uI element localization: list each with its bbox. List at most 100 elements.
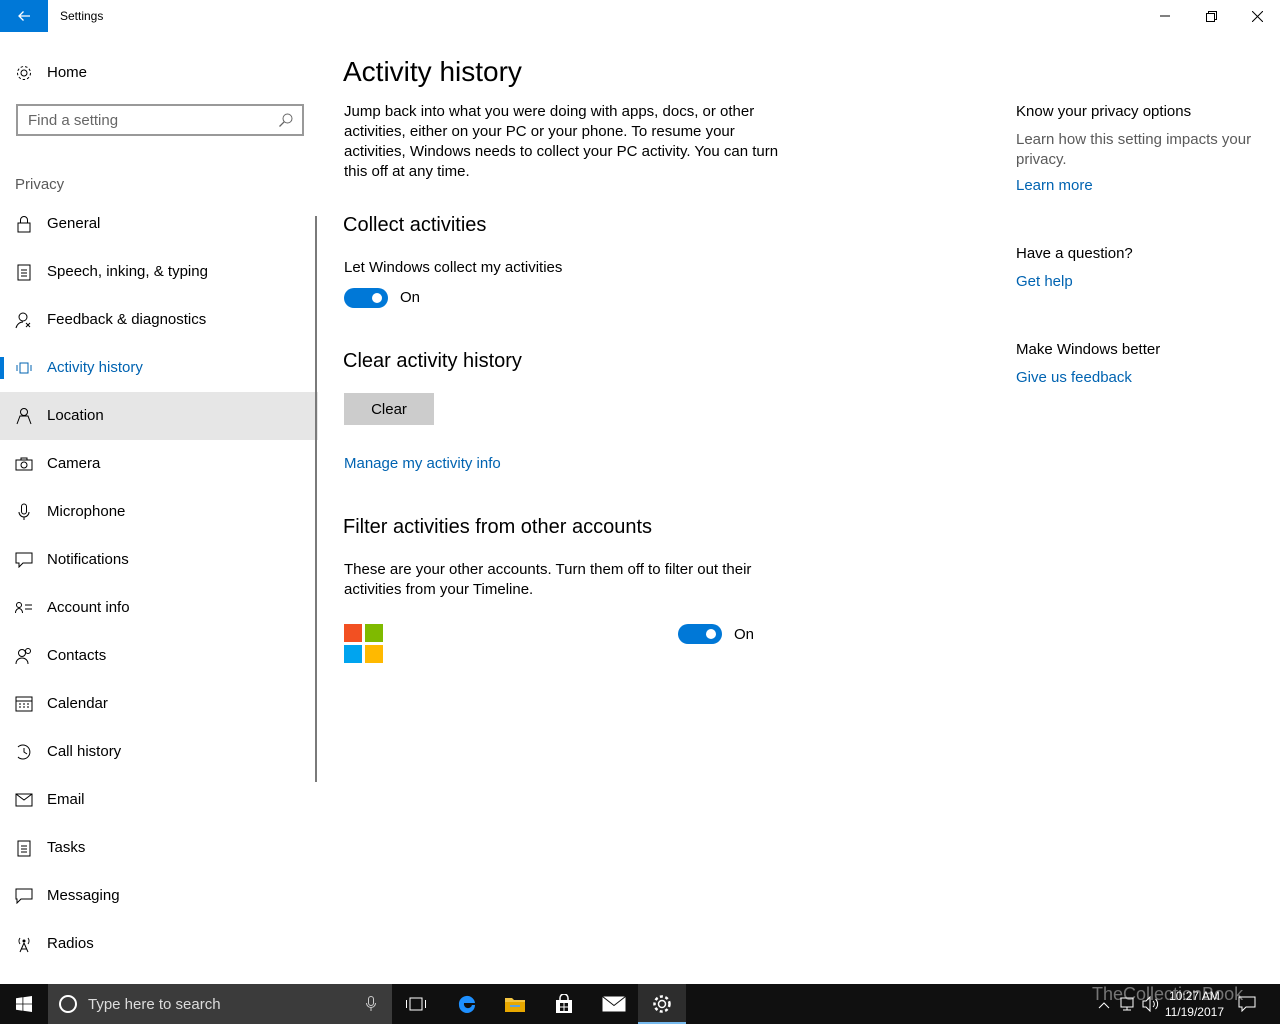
sidebar-item-messaging[interactable]: Messaging [0, 872, 318, 920]
action-center-button[interactable] [1238, 996, 1256, 1017]
sidebar-item-label: Notifications [47, 551, 129, 568]
taskbar-search-box[interactable] [48, 984, 392, 1024]
sidebar-item-label: Radios [47, 935, 94, 952]
get-help-link[interactable]: Get help [1016, 273, 1073, 290]
sidebar-item-label: Feedback & diagnostics [47, 311, 207, 328]
sidebar-scrollbar[interactable] [315, 216, 317, 782]
restore-icon [1205, 10, 1217, 22]
gear-icon [653, 995, 671, 1013]
sidebar-item-microphone[interactable]: Microphone [0, 488, 318, 536]
sidebar-item-activity-history[interactable]: Activity history [0, 344, 318, 392]
sidebar-item-camera[interactable]: Camera [0, 440, 318, 488]
privacy-options-text: Learn how this setting impacts your priv… [1016, 131, 1252, 168]
settings-taskbar-button[interactable] [638, 984, 686, 1024]
sidebar-item-call-history[interactable]: Call history [0, 728, 318, 776]
sidebar-item-label: Email [47, 791, 85, 808]
mail-button[interactable] [590, 984, 638, 1024]
sidebar-item-location[interactable]: Location [0, 392, 318, 440]
learn-more-link[interactable]: Learn more [1016, 177, 1093, 194]
sidebar-item-label: Microphone [47, 503, 126, 520]
account-filter-toggle[interactable] [678, 624, 722, 644]
gear-icon [15, 64, 33, 87]
clock[interactable]: 10:27 AM 11/19/2017 [1165, 988, 1224, 1020]
clear-button[interactable]: Clear [344, 393, 434, 425]
filter-accounts-description: These are your other accounts. Turn them… [344, 561, 752, 598]
notifications-icon [15, 551, 33, 569]
back-button[interactable] [0, 0, 48, 32]
tasks-icon [15, 839, 33, 857]
sidebar-item-label: Contacts [47, 647, 107, 664]
make-windows-better-heading: Make Windows better [1016, 341, 1161, 358]
taskbar: TheCollectionBook 10:27 AM 11/19/2017 [0, 984, 1280, 1024]
give-feedback-link[interactable]: Give us feedback [1016, 369, 1132, 386]
sidebar-item-calendar[interactable]: Calendar [0, 680, 318, 728]
sidebar-item-label: Messaging [47, 887, 120, 904]
sidebar-item-email[interactable]: Email [0, 776, 318, 824]
store-icon [556, 994, 572, 1013]
task-view-button[interactable] [392, 984, 440, 1024]
action-center-icon [1238, 996, 1256, 1013]
network-tray-button[interactable] [1120, 996, 1136, 1017]
volume-tray-button[interactable] [1142, 995, 1160, 1017]
location-icon [15, 407, 33, 425]
email-icon [15, 791, 33, 809]
sidebar-item-radios[interactable]: Radios [0, 920, 318, 968]
taskbar-search-input[interactable] [88, 994, 348, 1014]
close-button[interactable] [1234, 0, 1280, 32]
page-title: Activity history [343, 56, 522, 87]
collect-activities-heading: Collect activities [343, 214, 487, 236]
clear-history-heading: Clear activity history [343, 350, 522, 372]
search-icon[interactable] [278, 112, 294, 133]
sidebar-item-tasks[interactable]: Tasks [0, 824, 318, 872]
sidebar-item-general[interactable]: General [0, 200, 318, 248]
feedback-icon [15, 311, 33, 329]
privacy-nav: General Speech, inking, & typing Feedbac… [0, 200, 318, 968]
page-description: Jump back into what you were doing with … [344, 103, 779, 180]
account-info-icon [15, 599, 33, 617]
radios-icon [15, 935, 33, 953]
home-label: Home [47, 64, 88, 81]
search-box[interactable] [16, 104, 304, 136]
sidebar-item-label: General [47, 215, 101, 232]
sidebar-item-label: Speech, inking, & typing [47, 263, 208, 280]
home-nav-item[interactable]: Home [0, 56, 320, 92]
sidebar-item-label: Activity history [47, 359, 143, 376]
sidebar-item-speech[interactable]: Speech, inking, & typing [0, 248, 318, 296]
account-filter-state: On [734, 626, 755, 643]
microsoft-account-icon [344, 624, 384, 664]
sidebar-item-label: Camera [47, 455, 101, 472]
file-explorer-button[interactable] [491, 984, 539, 1024]
clock-time: 10:27 AM [1169, 989, 1220, 1003]
microphone-icon[interactable] [366, 996, 376, 1012]
chevron-up-icon [1098, 1002, 1110, 1009]
collect-activities-label: Let Windows collect my activities [344, 259, 563, 276]
sidebar-item-notifications[interactable]: Notifications [0, 536, 318, 584]
sidebar-item-contacts[interactable]: Contacts [0, 632, 318, 680]
edge-button[interactable] [443, 984, 491, 1024]
minimize-button[interactable] [1142, 0, 1188, 32]
edge-icon [458, 995, 475, 1013]
sidebar-item-feedback[interactable]: Feedback & diagnostics [0, 296, 318, 344]
calendar-icon [15, 695, 33, 713]
title-bar: Settings [0, 0, 1280, 32]
sidebar-item-label: Account info [47, 599, 130, 616]
close-icon [1251, 10, 1263, 22]
collect-activities-toggle[interactable] [344, 288, 388, 308]
activity-icon [15, 359, 33, 377]
show-hidden-icons[interactable] [1098, 996, 1110, 1014]
collect-activities-state: On [400, 289, 421, 306]
window-title: Settings [60, 9, 104, 23]
sidebar-item-label: Tasks [47, 839, 86, 856]
restore-button[interactable] [1188, 0, 1234, 32]
question-heading: Have a question? [1016, 245, 1133, 262]
messaging-icon [15, 887, 33, 905]
lock-icon [15, 215, 33, 233]
sidebar-item-account-info[interactable]: Account info [0, 584, 318, 632]
store-button[interactable] [540, 984, 588, 1024]
clipboard-icon [15, 263, 33, 281]
search-input[interactable] [18, 106, 268, 134]
manage-activity-link[interactable]: Manage my activity info [344, 455, 501, 472]
start-button[interactable] [0, 984, 48, 1024]
privacy-options-heading: Know your privacy options [1016, 103, 1192, 120]
volume-icon [1142, 995, 1159, 1013]
